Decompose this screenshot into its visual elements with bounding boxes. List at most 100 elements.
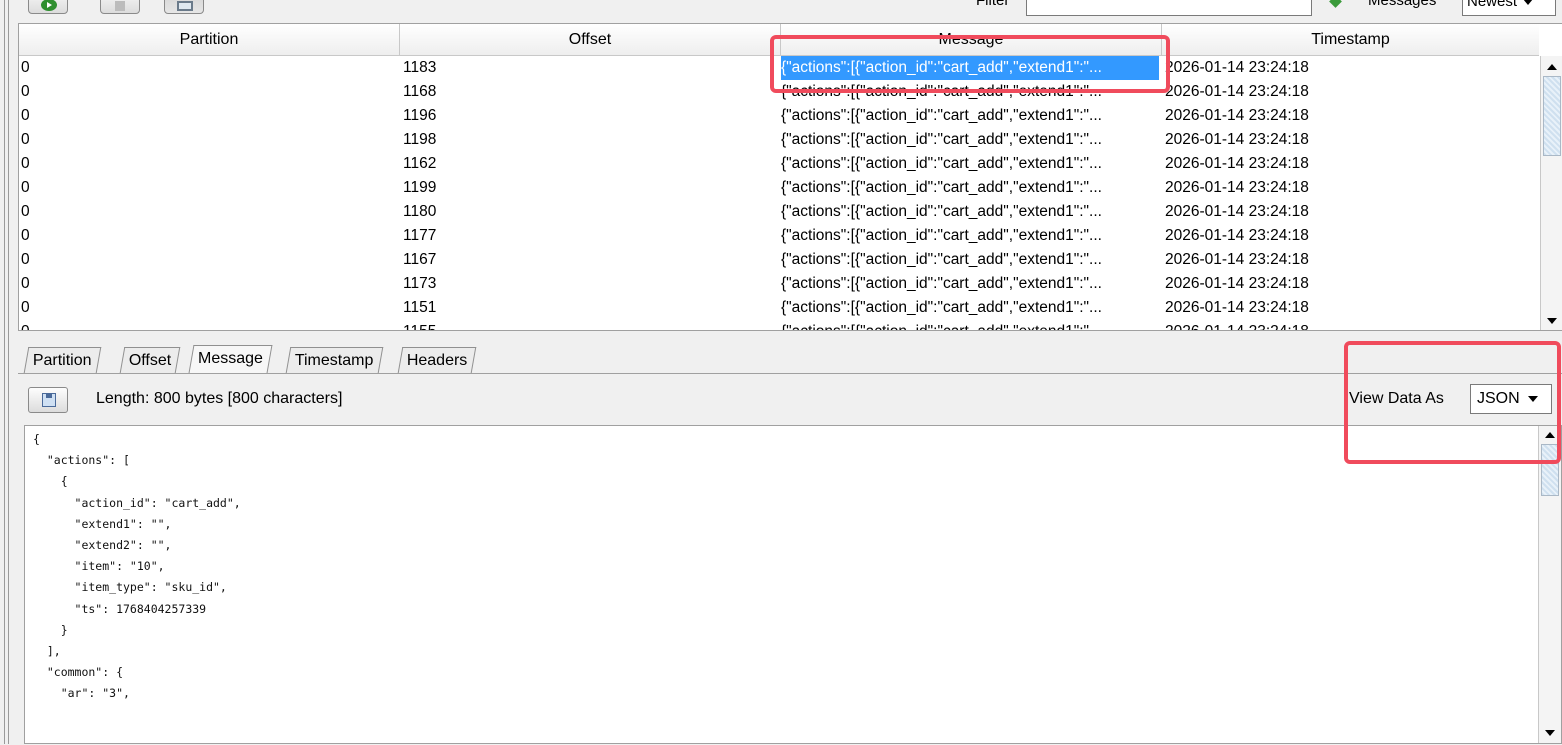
cell-offset[interactable]: 1167 xyxy=(403,248,779,272)
tab-offset[interactable]: Offset xyxy=(119,347,181,373)
cell-offset[interactable]: 1183 xyxy=(403,56,779,80)
table-row[interactable]: 0 1173 {"actions":[{"action_id":"cart_add"… xyxy=(19,272,1539,296)
cell-offset[interactable]: 1168 xyxy=(403,80,779,104)
scroll-up-icon[interactable] xyxy=(1547,64,1557,70)
table-body: 0 1183 {"actions":[{"action_id":"cart_add"… xyxy=(19,56,1539,330)
tab-timestamp[interactable]: Timestamp xyxy=(285,347,383,373)
messages-label: Messages xyxy=(1368,0,1437,9)
clear-button[interactable] xyxy=(100,0,140,14)
cell-timestamp[interactable]: 2026-01-14 23:24:18 xyxy=(1165,248,1535,272)
cell-timestamp[interactable]: 2026-01-14 23:24:18 xyxy=(1165,128,1535,152)
json-line: { xyxy=(33,474,68,489)
cell-offset[interactable]: 1199 xyxy=(403,176,779,200)
cell-timestamp[interactable]: 2026-01-14 23:24:18 xyxy=(1165,224,1535,248)
json-viewer[interactable]: { "actions": [ { "action_id": "cart_add"… xyxy=(24,425,1562,744)
save-disk-icon xyxy=(42,393,56,407)
cell-offset[interactable]: 1196 xyxy=(403,104,779,128)
cell-offset[interactable]: 1173 xyxy=(403,272,779,296)
json-line: } xyxy=(33,622,68,637)
table-row[interactable]: 0 1177 {"actions":[{"action_id":"cart_add"… xyxy=(19,224,1539,248)
json-line: "item": "10", xyxy=(33,559,165,574)
cell-partition[interactable]: 0 xyxy=(21,320,399,330)
save-button[interactable] xyxy=(28,387,68,413)
length-label: Length: 800 bytes [800 characters] xyxy=(96,390,343,407)
json-line: "action_id": "cart_add", xyxy=(33,495,241,510)
cell-offset[interactable]: 1155 xyxy=(403,320,779,330)
cell-message[interactable]: {"actions":[{"action_id":"cart_add","ext… xyxy=(781,152,1159,176)
cell-timestamp[interactable]: 2026-01-14 23:24:18 xyxy=(1165,104,1535,128)
cell-partition[interactable]: 0 xyxy=(21,176,399,200)
table-scrollbar[interactable] xyxy=(1540,56,1562,330)
json-line: ], xyxy=(33,644,61,659)
cell-timestamp[interactable]: 2026-01-14 23:24:18 xyxy=(1165,56,1535,80)
json-content: { "actions": [ { "action_id": "cart_add"… xyxy=(33,429,241,705)
cell-message[interactable]: {"actions":[{"action_id":"cart_add","ext… xyxy=(781,248,1159,272)
chevron-down-icon xyxy=(1523,0,1534,6)
table-row[interactable]: 0 1162 {"actions":[{"action_id":"cart_add"… xyxy=(19,152,1539,176)
table-row[interactable]: 0 1151 {"actions":[{"action_id":"cart_add"… xyxy=(19,296,1539,320)
cell-offset[interactable]: 1162 xyxy=(403,152,779,176)
column-header-offset[interactable]: Offset xyxy=(400,24,781,55)
scroll-thumb[interactable] xyxy=(1543,76,1561,156)
cell-partition[interactable]: 0 xyxy=(21,128,399,152)
messages-select[interactable]: Newest xyxy=(1462,0,1556,16)
refresh-button[interactable] xyxy=(28,0,68,14)
cell-partition[interactable]: 0 xyxy=(21,56,399,80)
tab-message[interactable]: Message xyxy=(188,345,273,373)
cell-timestamp[interactable]: 2026-01-14 23:24:18 xyxy=(1165,80,1535,104)
green-play-icon xyxy=(41,0,57,11)
messages-select-value: Newest xyxy=(1467,0,1518,10)
cell-timestamp[interactable]: 2026-01-14 23:24:18 xyxy=(1165,272,1535,296)
column-header-partition[interactable]: Partition xyxy=(19,24,400,55)
cell-message[interactable]: {"actions":[{"action_id":"cart_add","ext… xyxy=(781,176,1159,200)
filter-input[interactable] xyxy=(1026,0,1312,16)
cell-message[interactable]: {"actions":[{"action_id":"cart_add","ext… xyxy=(781,320,1159,330)
cell-offset[interactable]: 1151 xyxy=(403,296,779,320)
table-row[interactable]: 0 1198 {"actions":[{"action_id":"cart_add"… xyxy=(19,128,1539,152)
table-row[interactable]: 0 1155{"actions":[{"action_id":"cart_add"… xyxy=(19,320,1539,330)
scroll-down-icon[interactable] xyxy=(1547,318,1557,324)
tab-headers[interactable]: Headers xyxy=(397,347,477,373)
cell-message[interactable]: {"actions":[{"action_id":"cart_add","ext… xyxy=(781,200,1159,224)
cell-message[interactable]: {"actions":[{"action_id":"cart_add","ext… xyxy=(781,104,1159,128)
cell-message[interactable]: {"actions":[{"action_id":"cart_add","ext… xyxy=(781,272,1159,296)
highlight-box-view-data-as xyxy=(1344,341,1561,464)
filter-label: Filter xyxy=(976,0,1010,9)
cell-partition[interactable]: 0 xyxy=(21,272,399,296)
table-row[interactable]: 0 1167 {"actions":[{"action_id":"cart_add"… xyxy=(19,248,1539,272)
filter-status-icon xyxy=(1329,0,1342,8)
json-line: "common": { xyxy=(33,665,124,680)
cell-offset[interactable]: 1177 xyxy=(403,224,779,248)
scroll-down-icon[interactable] xyxy=(1545,730,1555,736)
tab-partition[interactable]: Partition xyxy=(23,347,101,373)
cell-partition[interactable]: 0 xyxy=(21,80,399,104)
cell-timestamp[interactable]: 2026-01-14 23:24:18 xyxy=(1165,152,1535,176)
cell-message[interactable]: {"actions":[{"action_id":"cart_add","ext… xyxy=(781,224,1159,248)
cell-offset[interactable]: 1198 xyxy=(403,128,779,152)
highlight-box-message xyxy=(770,35,1170,93)
json-scrollbar[interactable] xyxy=(1538,426,1561,743)
cell-partition[interactable]: 0 xyxy=(21,152,399,176)
cell-timestamp[interactable]: 2026-01-14 23:24:18 xyxy=(1165,320,1535,330)
table-row[interactable]: 0 1180 {"actions":[{"action_id":"cart_add"… xyxy=(19,200,1539,224)
cell-timestamp[interactable]: 2026-01-14 23:24:18 xyxy=(1165,176,1535,200)
cell-partition[interactable]: 0 xyxy=(21,248,399,272)
cell-message[interactable]: {"actions":[{"action_id":"cart_add","ext… xyxy=(781,296,1159,320)
monitor-button[interactable] xyxy=(164,0,204,14)
monitor-icon xyxy=(177,0,193,11)
cell-offset[interactable]: 1180 xyxy=(403,200,779,224)
cell-message[interactable]: {"actions":[{"action_id":"cart_add","ext… xyxy=(781,128,1159,152)
cell-partition[interactable]: 0 xyxy=(21,200,399,224)
document-icon xyxy=(113,0,127,11)
cell-partition[interactable]: 0 xyxy=(21,296,399,320)
table-row[interactable]: 0 1196 {"actions":[{"action_id":"cart_add"… xyxy=(19,104,1539,128)
column-header-timestamp[interactable]: Timestamp xyxy=(1162,24,1539,55)
cell-partition[interactable]: 0 xyxy=(21,104,399,128)
cell-timestamp[interactable]: 2026-01-14 23:24:18 xyxy=(1165,200,1535,224)
window-border-left xyxy=(4,0,5,744)
window-border-left-inner xyxy=(8,0,9,744)
table-row[interactable]: 0 1199 {"actions":[{"action_id":"cart_add"… xyxy=(19,176,1539,200)
cell-timestamp[interactable]: 2026-01-14 23:24:18 xyxy=(1165,296,1535,320)
cell-partition[interactable]: 0 xyxy=(21,224,399,248)
json-line: { xyxy=(33,432,40,446)
